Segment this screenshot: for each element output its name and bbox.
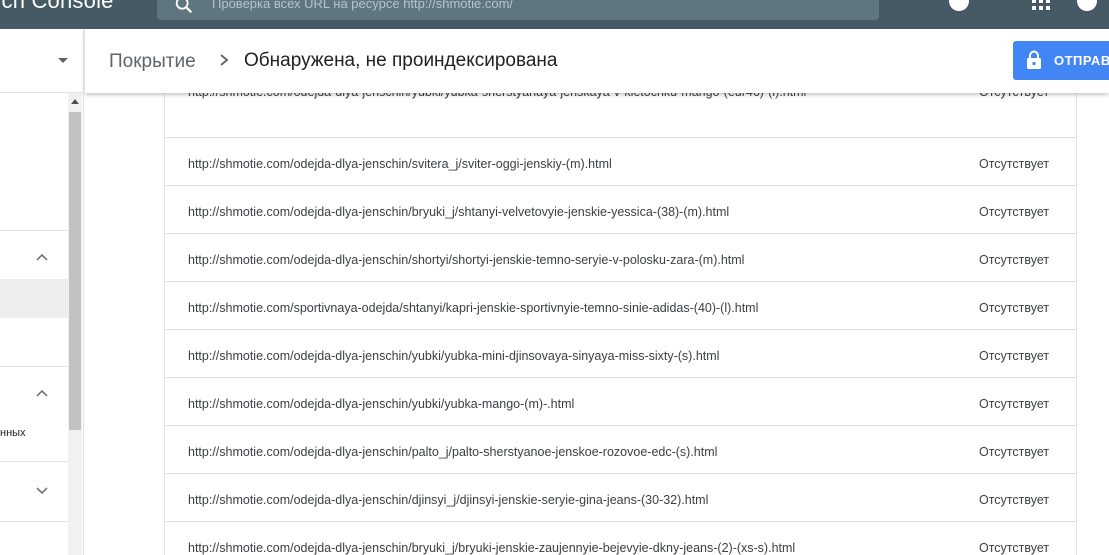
sidebar-item-label[interactable]: нных bbox=[0, 427, 26, 439]
row-status: Отсутствует bbox=[979, 349, 1050, 363]
row-url[interactable]: http://shmotie.com/odejda-dlya-jenschin/… bbox=[188, 394, 828, 414]
chevron-right-icon bbox=[220, 54, 229, 66]
row-url[interactable]: http://shmotie.com/sportivnaya-odejda/sh… bbox=[188, 298, 828, 318]
chevron-up-icon[interactable] bbox=[35, 251, 49, 265]
page-header: Покрытие Обнаружена, не проиндексирована… bbox=[85, 29, 1109, 93]
row-status: Отсутствует bbox=[979, 445, 1050, 459]
table-row[interactable]: http://shmotie.com/odejda-dlya-jenschin/… bbox=[165, 330, 1076, 378]
row-url[interactable]: http://shmotie.com/odejda-dlya-jenschin/… bbox=[188, 250, 828, 270]
submit-button-label: ОТПРАВ bbox=[1054, 53, 1109, 68]
app-title: rch Console bbox=[0, 0, 114, 13]
sidebar-section-collapsed[interactable] bbox=[0, 462, 68, 522]
row-url[interactable]: http://shmotie.com/odejda-dlya-jenschin/… bbox=[188, 154, 828, 174]
url-table: http://shmotie.com/odejda-dlya-jenschin/… bbox=[164, 50, 1077, 555]
table-row[interactable]: http://shmotie.com/odejda-dlya-jenschin/… bbox=[165, 522, 1076, 555]
row-url[interactable]: http://shmotie.com/odejda-dlya-jenschin/… bbox=[188, 442, 828, 462]
sidebar-section-overview bbox=[0, 93, 68, 231]
breadcrumb-parent[interactable]: Покрытие bbox=[109, 51, 196, 73]
chevron-down-icon[interactable] bbox=[35, 483, 49, 497]
row-url[interactable]: http://shmotie.com/odejda-dlya-jenschin/… bbox=[188, 490, 828, 510]
property-selector[interactable] bbox=[0, 29, 84, 93]
table-row[interactable]: http://shmotie.com/sportivnaya-odejda/sh… bbox=[165, 282, 1076, 330]
dropdown-caret-icon bbox=[58, 58, 68, 63]
search-box[interactable] bbox=[157, 0, 879, 20]
sidebar-section-enhancements[interactable] bbox=[0, 367, 68, 462]
table-row[interactable]: http://shmotie.com/odejda-dlya-jenschin/… bbox=[165, 474, 1076, 522]
sidebar: нных bbox=[0, 29, 84, 555]
app-bar: rch Console bbox=[0, 0, 1109, 29]
search-icon bbox=[175, 0, 193, 14]
scroll-up-arrow-icon[interactable] bbox=[71, 99, 79, 104]
row-status: Отсутствует bbox=[979, 493, 1050, 507]
submit-button[interactable]: ОТПРАВ bbox=[1013, 41, 1109, 80]
row-status: Отсутствует bbox=[979, 301, 1050, 315]
sidebar-item-coverage[interactable] bbox=[0, 279, 68, 318]
row-status: Отсутствует bbox=[979, 157, 1050, 171]
page-title: Обнаружена, не проиндексирована bbox=[244, 50, 558, 71]
apps-grid-icon[interactable] bbox=[1030, 0, 1052, 12]
table-row[interactable]: http://shmotie.com/odejda-dlya-jenschin/… bbox=[165, 426, 1076, 474]
row-status: Отсутствует bbox=[979, 253, 1050, 267]
row-url[interactable]: http://shmotie.com/odejda-dlya-jenschin/… bbox=[188, 346, 828, 366]
row-url[interactable]: http://shmotie.com/odejda-dlya-jenschin/… bbox=[188, 202, 828, 222]
row-status: Отсутствует bbox=[979, 397, 1050, 411]
account-icon[interactable] bbox=[1076, 0, 1098, 12]
table-row[interactable]: http://shmotie.com/odejda-dlya-jenschin/… bbox=[165, 378, 1076, 426]
row-url[interactable]: http://shmotie.com/odejda-dlya-jenschin/… bbox=[188, 538, 828, 555]
table-row[interactable]: http://shmotie.com/odejda-dlya-jenschin/… bbox=[165, 234, 1076, 282]
search-input[interactable] bbox=[212, 0, 852, 14]
row-status: Отсутствует bbox=[979, 205, 1050, 219]
row-status: Отсутствует bbox=[979, 541, 1050, 555]
table-row[interactable]: http://shmotie.com/odejda-dlya-jenschin/… bbox=[165, 138, 1076, 186]
help-icon[interactable] bbox=[948, 0, 970, 12]
scrollbar-thumb[interactable] bbox=[69, 112, 81, 430]
chevron-up-icon[interactable] bbox=[35, 387, 49, 401]
lock-icon bbox=[1027, 50, 1041, 69]
table-row[interactable]: http://shmotie.com/odejda-dlya-jenschin/… bbox=[165, 186, 1076, 234]
